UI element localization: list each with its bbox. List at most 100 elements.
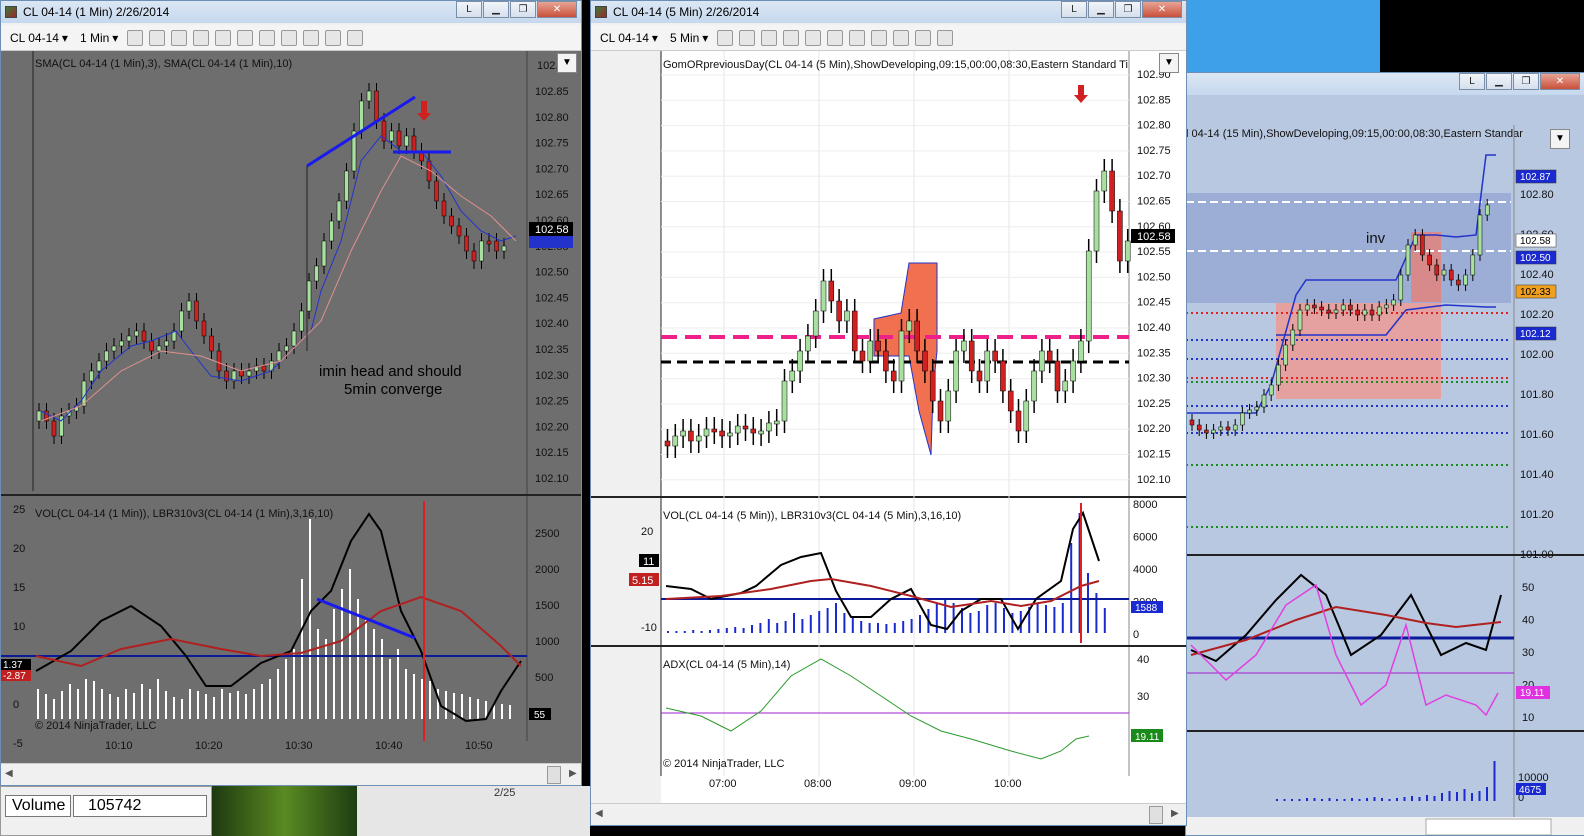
zoom-in-icon[interactable] xyxy=(171,29,188,46)
strategies-icon[interactable] xyxy=(871,29,888,46)
candle xyxy=(1420,234,1425,256)
chart-toolbar-5min: CL 04-14 ▾ 5 Min ▾ xyxy=(591,25,1186,51)
candle xyxy=(441,200,447,217)
osc-tick: 40 xyxy=(1522,615,1534,627)
title-bar-15min[interactable]: L ▁ ❐ ✕ xyxy=(1186,73,1584,95)
maximize-button[interactable]: ❐ xyxy=(1115,1,1141,18)
link-button[interactable]: L xyxy=(1061,1,1087,18)
crosshair-icon[interactable] xyxy=(215,29,232,46)
candle xyxy=(1007,390,1014,412)
scroll-right-icon[interactable]: ▶ xyxy=(569,768,577,779)
candle xyxy=(812,310,819,337)
title-bar[interactable]: CL 04-14 (1 Min) 2/26/2014 L ▁ ❐ ✕ xyxy=(1,1,581,23)
link-button[interactable]: L xyxy=(456,1,482,18)
annotation-line1: imin head and should xyxy=(319,363,462,380)
close-button[interactable]: ✕ xyxy=(1142,1,1182,18)
indicators-icon[interactable] xyxy=(259,29,276,46)
candle xyxy=(501,245,507,252)
volume-bar xyxy=(759,623,762,633)
scroll-thumb-5min[interactable] xyxy=(1149,806,1163,824)
candle xyxy=(284,345,289,352)
crosshair-icon[interactable] xyxy=(805,29,822,46)
zoom-out-icon[interactable] xyxy=(193,29,210,46)
minimize-button[interactable]: ▁ xyxy=(1486,73,1512,90)
instrument-select[interactable]: CL 04-14 ▾ xyxy=(7,31,71,45)
chart-trader-icon[interactable] xyxy=(303,29,320,46)
candle xyxy=(1412,234,1418,246)
scroll-thumb[interactable] xyxy=(547,766,561,784)
volume-bar xyxy=(1441,793,1443,801)
chart-canvas-15min[interactable]: l 04-14 (15 Min),ShowDeveloping,09:15,00… xyxy=(1186,95,1584,836)
candle xyxy=(1101,170,1108,192)
chart-trader-icon[interactable] xyxy=(893,29,910,46)
snapshot-icon[interactable] xyxy=(937,29,954,46)
maximize-button[interactable]: ❐ xyxy=(510,1,536,18)
scroll-thumb-15min[interactable] xyxy=(1425,818,1552,835)
candle xyxy=(1204,429,1209,434)
vol-badge-text-5min: 1588 xyxy=(1135,603,1158,614)
properties-icon[interactable] xyxy=(325,29,342,46)
vol-label-5min: VOL(CL 04-14 (5 Min)), LBR310v3(CL 04-14… xyxy=(663,510,961,522)
maximize-button[interactable]: ❐ xyxy=(1513,73,1539,90)
price-tick: 102.65 xyxy=(1137,196,1171,208)
panel-menu-button-5min[interactable]: ▼ xyxy=(1159,53,1179,73)
minimize-button[interactable]: ▁ xyxy=(483,1,509,18)
price-badge-text: 102.33 xyxy=(1520,287,1551,298)
scroll-right-icon[interactable]: ▶ xyxy=(1171,808,1179,819)
chart-area[interactable]: SMA(CL 04-14 (1 Min),3), SMA(CL 04-14 (1… xyxy=(1,51,581,763)
interval-select[interactable]: 5 Min ▾ xyxy=(667,31,711,45)
volume-bar xyxy=(700,631,703,633)
price-tick: 102.70 xyxy=(1137,170,1171,182)
draw-pencil-icon[interactable] xyxy=(739,29,756,46)
minimize-button[interactable]: ▁ xyxy=(1088,1,1114,18)
interval-select[interactable]: 1 Min ▾ xyxy=(77,31,121,45)
draw-pencil-icon[interactable] xyxy=(149,29,166,46)
price-tick: 101.00 xyxy=(1520,549,1554,561)
volume-bar xyxy=(1061,603,1064,633)
volume-bar xyxy=(413,674,415,719)
bar-type-icon[interactable] xyxy=(717,29,734,46)
volume-bar xyxy=(1045,605,1047,633)
close-button[interactable]: ✕ xyxy=(537,1,577,18)
candle xyxy=(922,350,928,372)
candle xyxy=(1247,409,1252,414)
volume-bar xyxy=(269,679,271,719)
panel-menu-button[interactable]: ▼ xyxy=(557,53,577,73)
candle xyxy=(797,350,803,372)
price-tick: 102.40 xyxy=(535,318,569,330)
instrument-select[interactable]: CL 04-14 ▾ xyxy=(597,31,661,45)
price-tick: 102. xyxy=(537,60,558,72)
data-box-icon[interactable] xyxy=(237,29,254,46)
volume-bar xyxy=(1351,798,1353,801)
window-title-5min: CL 04-14 (5 Min) 2/26/2014 xyxy=(613,5,760,19)
title-bar-5min[interactable]: CL 04-14 (5 Min) 2/26/2014 L ▁ ❐ ✕ xyxy=(591,1,1186,23)
properties-icon[interactable] xyxy=(915,29,932,46)
osc-tick: 20 xyxy=(641,526,653,538)
scroll-left-icon[interactable]: ◀ xyxy=(595,808,603,819)
candle xyxy=(1054,360,1061,392)
data-box-icon[interactable] xyxy=(827,29,844,46)
snapshot-icon[interactable] xyxy=(347,29,364,46)
candle xyxy=(976,370,983,382)
chart-canvas-5min[interactable]: GomORpreviousDay(CL 04-14 (5 Min),ShowDe… xyxy=(591,51,1186,805)
horizontal-scrollbar[interactable]: ◀ ▶ xyxy=(1,763,581,785)
scroll-left-icon[interactable]: ◀ xyxy=(5,768,13,779)
zoom-out-icon[interactable] xyxy=(783,29,800,46)
volume-bar xyxy=(1276,799,1278,801)
candle xyxy=(209,335,214,352)
candle xyxy=(773,420,780,425)
zoom-in-icon[interactable] xyxy=(761,29,778,46)
indicators-icon[interactable] xyxy=(849,29,866,46)
link-button[interactable]: L xyxy=(1459,73,1485,90)
volume-bar xyxy=(133,693,135,719)
bar-type-icon[interactable] xyxy=(127,29,144,46)
horizontal-scrollbar-5min[interactable]: ◀ ▶ xyxy=(591,803,1186,825)
candle xyxy=(937,400,944,422)
panel-menu-button-15min[interactable]: ▼ xyxy=(1550,129,1570,149)
chart-canvas[interactable]: SMA(CL 04-14 (1 Min),3), SMA(CL 04-14 (1… xyxy=(1,51,581,761)
strategies-icon[interactable] xyxy=(281,29,298,46)
chart-area-5min[interactable]: GomORpreviousDay(CL 04-14 (5 Min),ShowDe… xyxy=(591,51,1186,805)
candle xyxy=(299,310,304,332)
close-button[interactable]: ✕ xyxy=(1540,73,1580,90)
candle xyxy=(1362,309,1368,316)
